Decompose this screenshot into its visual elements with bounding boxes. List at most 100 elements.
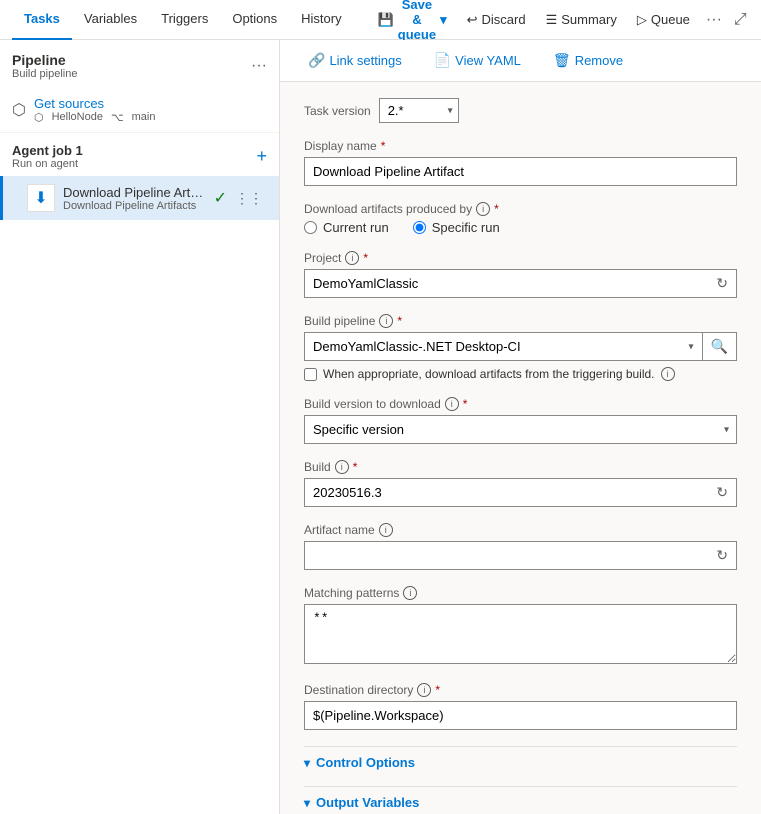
repo-icon: ⬡ [34,111,44,124]
sources-icon: ⬡ [12,100,26,120]
agent-job-info: Agent job 1 Run on agent [12,143,83,170]
control-options-header[interactable]: ▾ Control Options [304,746,737,778]
task-item-info: Download Pipeline Artif... Download Pipe… [63,185,206,212]
radio-specific-run[interactable]: Specific run [413,220,500,235]
build-pipeline-info-icon[interactable]: i [379,314,393,328]
discard-button[interactable]: ↩ Discard [459,8,534,32]
right-panel: 🔗 Link settings 📄 View YAML 🗑 Remove Tas… [280,40,761,814]
triggering-build-checkbox-label[interactable]: When appropriate, download artifacts fro… [304,367,737,381]
agent-job-title: Agent job 1 [12,143,83,158]
summary-icon: ☰ [546,12,558,28]
artifact-name-info-icon[interactable]: i [379,523,393,537]
project-select[interactable]: DemoYamlClassic [304,269,708,298]
task-version-row: Task version 2.* [304,98,737,123]
project-select-container: DemoYamlClassic ↻ [304,269,737,298]
task-version-label: Task version [304,104,371,118]
output-variables-chevron: ▾ [304,796,310,810]
tab-triggers[interactable]: Triggers [149,0,220,40]
display-name-input[interactable] [304,157,737,186]
radio-current-run-input[interactable] [304,221,317,234]
build-info-icon[interactable]: i [335,460,349,474]
artifact-name-select[interactable] [304,541,708,570]
pipeline-header: Pipeline Build pipeline ··· [0,40,279,88]
build-select[interactable]: 20230516.3 [304,478,708,507]
destination-directory-label: Destination directory i [304,683,737,697]
triggering-build-info-icon[interactable]: i [661,367,675,381]
build-version-row: Build version to download i Specific ver… [304,397,737,444]
build-pipeline-container: DemoYamlClassic-.NET Desktop-CI ▾ 🔍 [304,332,737,361]
nav-tabs: Tasks Variables Triggers Options History [12,0,354,40]
task-drag-button[interactable]: ⋮⋮ [231,186,267,211]
destination-directory-input[interactable] [304,701,737,730]
project-refresh-button[interactable]: ↻ [708,269,737,298]
project-info-icon[interactable]: i [345,251,359,265]
trash-icon: 🗑 [553,52,571,69]
destination-directory-info-icon[interactable]: i [417,683,431,697]
task-item-subtitle: Download Pipeline Artifacts [63,200,206,212]
get-sources-meta: ⬡ HelloNode ⌥ main [34,111,156,124]
get-sources-item[interactable]: ⬡ Get sources ⬡ HelloNode ⌥ main [0,88,279,133]
triggering-build-checkbox[interactable] [304,368,317,381]
build-refresh-button[interactable]: ↻ [708,478,737,507]
output-variables-header[interactable]: ▾ Output Variables [304,786,737,814]
more-actions-button[interactable]: ··· [702,7,726,33]
download-icon: ⬇ [34,188,47,208]
download-artifacts-label: Download artifacts produced by i [304,202,737,216]
matching-patterns-textarea[interactable]: ** [304,604,737,664]
download-artifacts-info-icon[interactable]: i [476,202,490,216]
save-dropdown-icon: ▾ [440,12,447,28]
checkbox-row: When appropriate, download artifacts fro… [304,367,737,381]
matching-patterns-label: Matching patterns i [304,586,737,600]
task-version-select[interactable]: 2.* [379,98,459,123]
remove-button[interactable]: 🗑 Remove [545,48,631,73]
tab-variables[interactable]: Variables [72,0,149,40]
build-pipeline-search-button[interactable]: 🔍 [702,332,737,361]
build-pipeline-select-wrapper: DemoYamlClassic-.NET Desktop-CI ▾ [304,332,702,361]
matching-patterns-info-icon[interactable]: i [403,586,417,600]
artifact-name-select-container: ↻ [304,541,737,570]
link-icon: 🔗 [308,52,325,69]
matching-patterns-row: Matching patterns i ** [304,586,737,667]
form-content: Task version 2.* Display name Download a… [280,82,761,814]
main-layout: Pipeline Build pipeline ··· ⬡ Get source… [0,40,761,814]
add-task-button[interactable]: + [256,146,267,167]
expand-button[interactable]: ⤢ [730,7,751,33]
play-icon: ▷ [637,12,647,28]
build-pipeline-select[interactable]: DemoYamlClassic-.NET Desktop-CI [304,332,702,361]
agent-job-subtitle: Run on agent [12,158,83,170]
queue-button[interactable]: ▷ Queue [629,8,698,32]
download-artifacts-row: Download artifacts produced by i Current… [304,202,737,235]
tab-options[interactable]: Options [220,0,289,40]
view-yaml-button[interactable]: 📄 View YAML [426,48,529,73]
tab-history[interactable]: History [289,0,353,40]
pipeline-title: Pipeline [12,52,77,68]
build-version-select-container: Specific version ▾ [304,415,737,444]
pipeline-subtitle: Build pipeline [12,68,77,80]
control-options-chevron: ▾ [304,756,310,770]
radio-current-run[interactable]: Current run [304,220,389,235]
task-item-icon: ⬇ [27,184,55,212]
artifact-name-label: Artifact name i [304,523,737,537]
build-version-label: Build version to download i [304,397,737,411]
tab-tasks[interactable]: Tasks [12,0,72,40]
artifact-name-refresh-button[interactable]: ↻ [708,541,737,570]
build-version-info-icon[interactable]: i [445,397,459,411]
build-pipeline-row: Build pipeline i DemoYamlClassic-.NET De… [304,314,737,381]
build-version-select[interactable]: Specific version [304,415,737,444]
artifact-name-row: Artifact name i ↻ [304,523,737,570]
task-item-actions: ✓ ⋮⋮ [214,186,267,211]
undo-icon: ↩ [467,12,478,28]
radio-specific-run-input[interactable] [413,221,426,234]
left-panel: Pipeline Build pipeline ··· ⬡ Get source… [0,40,280,814]
link-settings-button[interactable]: 🔗 Link settings [300,48,410,73]
build-row: Build i 20230516.3 ↻ [304,460,737,507]
destination-directory-row: Destination directory i [304,683,737,730]
top-nav: Tasks Variables Triggers Options History… [0,0,761,40]
task-item[interactable]: ⬇ Download Pipeline Artif... Download Pi… [0,176,279,220]
radio-group: Current run Specific run [304,220,737,235]
save-icon: 💾 [378,12,394,28]
agent-job-header: Agent job 1 Run on agent + [0,133,279,176]
pipeline-more-button[interactable]: ··· [251,57,267,75]
build-label: Build i [304,460,737,474]
summary-button[interactable]: ☰ Summary [538,8,625,32]
